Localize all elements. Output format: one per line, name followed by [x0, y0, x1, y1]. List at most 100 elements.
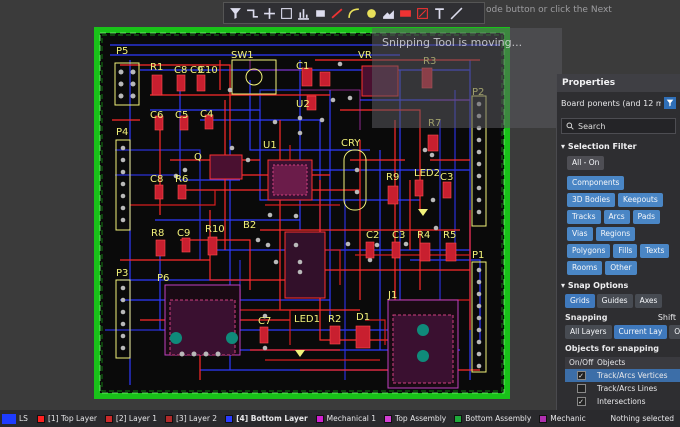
- layer-color-swatch: [104, 414, 113, 423]
- measure-icon[interactable]: [448, 4, 464, 22]
- snap-mode-guides[interactable]: Guides: [596, 294, 633, 308]
- layer-color-swatch: [36, 414, 45, 423]
- all-on-button[interactable]: All - On: [567, 156, 605, 170]
- filter-chip-other[interactable]: Other: [605, 261, 637, 275]
- via-icon[interactable]: [363, 4, 379, 22]
- des-c3b: C3: [392, 230, 405, 241]
- snap-checkbox[interactable]: ✓: [565, 397, 597, 406]
- des-p5: P5: [116, 46, 128, 57]
- board-filter-row: Board ponents (and 12 more): [557, 92, 680, 114]
- fill-icon[interactable]: [397, 4, 413, 22]
- snap-mode-axes[interactable]: Axes: [634, 294, 663, 308]
- table-row[interactable]: Track/Arcs Lines: [565, 382, 680, 395]
- filter-chip-vias[interactable]: Vias: [567, 227, 593, 241]
- layer-tab-1-top-layer[interactable]: [1] Top Layer: [33, 410, 101, 427]
- des-c7: C7: [258, 316, 271, 327]
- layer-color-swatch: [225, 414, 234, 423]
- filter-chip-polygons[interactable]: Polygons: [567, 244, 611, 258]
- filter-chip-fills[interactable]: Fills: [613, 244, 638, 258]
- des-r1: R1: [150, 62, 163, 73]
- layer-color-swatch: [454, 414, 463, 423]
- des-c4: C4: [200, 109, 213, 120]
- snap-object-rows: ✓ Track/Arcs Vertices Track/Arcs Lines ✓ Int…: [557, 369, 680, 408]
- des-r2: R2: [328, 314, 341, 325]
- filter-chip-tracks[interactable]: Tracks: [567, 210, 601, 224]
- filter-chip-pads[interactable]: Pads: [632, 210, 661, 224]
- selection-status: Nothing selected: [604, 410, 680, 427]
- des-led1: LED1: [294, 314, 320, 325]
- plus-icon[interactable]: [261, 4, 277, 22]
- filter-chip-rooms[interactable]: Rooms: [567, 261, 603, 275]
- properties-panel: Properties Board ponents (and 12 more) S…: [556, 74, 680, 427]
- pcb-active-bar: [223, 2, 485, 24]
- arc-icon[interactable]: [346, 4, 362, 22]
- all-on-wrap: All - On: [557, 154, 680, 174]
- layer-tab-top-assembly[interactable]: Top Assembly: [380, 410, 450, 427]
- board-summary[interactable]: ponents (and 12 more): [588, 99, 661, 108]
- des-cry: CRY: [341, 138, 361, 149]
- des-c8b: C8: [150, 174, 163, 185]
- filter-chip-arcs[interactable]: Arcs: [603, 210, 630, 224]
- rect-select-icon[interactable]: [278, 4, 294, 22]
- des-q: Q: [194, 152, 202, 163]
- layer-color-swatch: [165, 414, 173, 423]
- search-placeholder: Search: [578, 121, 606, 131]
- track-icon[interactable]: [329, 4, 345, 22]
- drc-icon[interactable]: [414, 4, 430, 22]
- filter-chip-components[interactable]: Components: [567, 176, 625, 190]
- selection-filter-heading[interactable]: ▾ Selection Filter: [557, 140, 680, 154]
- snap-checkbox[interactable]: [565, 384, 597, 393]
- snap-layer-all-layers[interactable]: All Layers: [565, 325, 612, 339]
- filter-icon[interactable]: [227, 4, 243, 22]
- ic-b2: [284, 231, 326, 299]
- snap-layer-current-lay[interactable]: Current Lay: [613, 325, 668, 339]
- component-icon[interactable]: [312, 4, 328, 22]
- objects-table-header: On/Off Objects: [565, 357, 680, 369]
- filter-icon[interactable]: [664, 97, 676, 109]
- text-icon[interactable]: [431, 4, 447, 22]
- des-r8: R8: [151, 228, 164, 239]
- snap-object-name: Intersections: [597, 397, 646, 406]
- des-c6: C6: [150, 110, 163, 121]
- filter-chip-keepouts[interactable]: Keepouts: [618, 193, 663, 207]
- filter-chip-texts[interactable]: Texts: [640, 244, 670, 258]
- snap-object-name: Track/Arcs Lines: [597, 384, 658, 393]
- snap-layer-off[interactable]: Off: [669, 325, 680, 339]
- snap-mode-grids[interactable]: Grids: [565, 294, 595, 308]
- search-input[interactable]: Search: [561, 118, 676, 134]
- snipping-notification: Snipping Tool is moving...: [372, 28, 562, 128]
- layer-tab-3-layer-2[interactable]: [3] Layer 2: [161, 410, 221, 427]
- ic-q: [209, 154, 243, 180]
- board-label: Board: [561, 98, 585, 108]
- objects-label: Objects for snapping: [565, 344, 659, 353]
- properties-title: Properties: [557, 74, 680, 92]
- layer-tab-2-layer-1[interactable]: [2] Layer 1: [101, 410, 161, 427]
- layer-tabs-bar: LS [1] Top Layer [2] Layer 1 [3] Layer 2 [4…: [0, 410, 680, 427]
- snap-checkbox[interactable]: ✓: [565, 371, 597, 380]
- des-r9: R9: [386, 172, 399, 183]
- snap-options-heading[interactable]: ▾ Snap Options: [557, 279, 680, 293]
- des-r10: R10: [205, 224, 225, 235]
- region-icon[interactable]: [380, 4, 396, 22]
- des-j1: J1: [387, 290, 397, 301]
- des-c10: C10: [198, 65, 218, 76]
- snapping-label: Snapping Shift: [565, 313, 676, 322]
- layer-set-button[interactable]: LS: [2, 413, 28, 424]
- layer-tab-mechanical-1[interactable]: Mechanical 1: [312, 410, 380, 427]
- table-row[interactable]: ✓ Track/Arcs Vertices: [565, 369, 680, 382]
- layer-tab-bottom-assembly[interactable]: Bottom Assembly: [450, 410, 535, 427]
- filter-chip-regions[interactable]: Regions: [595, 227, 636, 241]
- route-icon[interactable]: [244, 4, 260, 22]
- snip-title: Snipping Tool is moving...: [382, 36, 523, 49]
- layer-color-swatch: [315, 414, 324, 423]
- des-r5: R5: [443, 230, 456, 241]
- table-row[interactable]: ✓ Intersections: [565, 395, 680, 408]
- layer-tab-mechanic[interactable]: Mechanic: [535, 410, 590, 427]
- layer-tab-4-bottom-layer[interactable]: [4] Bottom Layer: [221, 410, 312, 427]
- snap-object-name: Track/Arcs Vertices: [597, 371, 668, 380]
- layer-color-swatch: [539, 414, 548, 423]
- filter-chip-3d-bodies[interactable]: 3D Bodies: [567, 193, 616, 207]
- ghost-hint-text: ode button or click the Next: [486, 5, 612, 15]
- chart-icon[interactable]: [295, 4, 311, 22]
- layer-color-swatch: [384, 414, 393, 423]
